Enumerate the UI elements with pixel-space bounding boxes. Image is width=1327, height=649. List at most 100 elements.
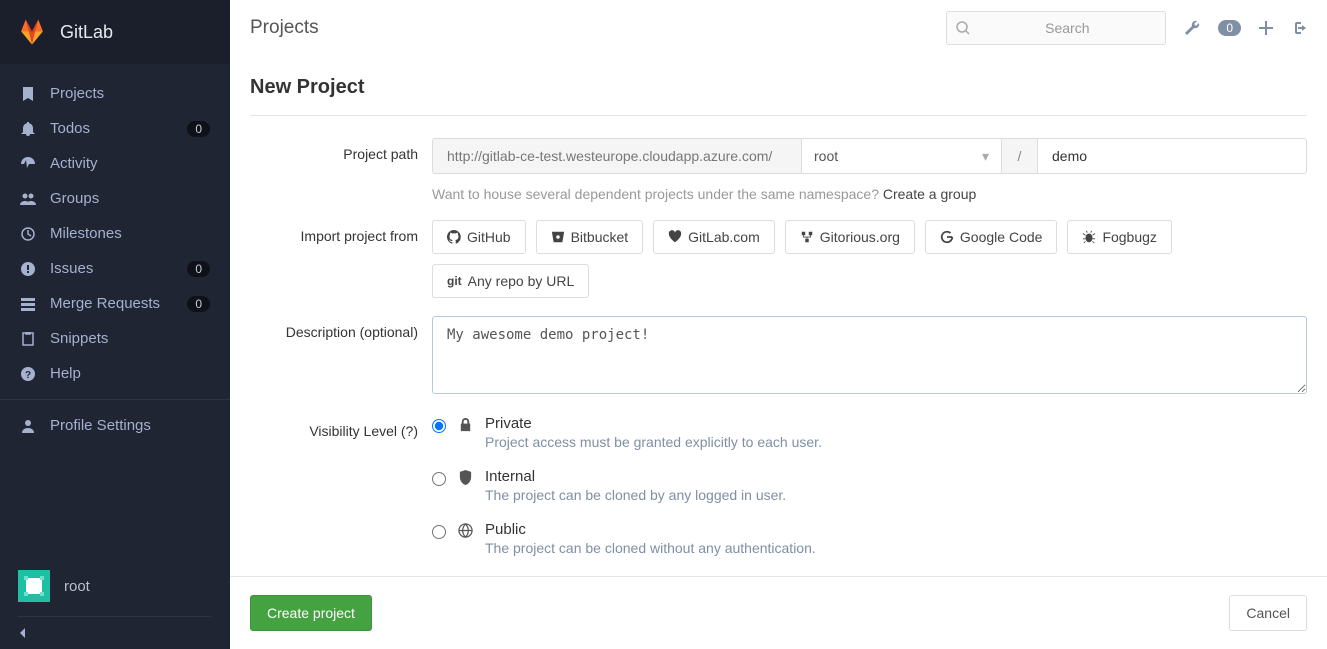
sidebar-item-snippets[interactable]: Snippets	[0, 321, 230, 356]
sidebar-item-groups[interactable]: Groups	[0, 181, 230, 216]
badge: 0	[187, 296, 210, 312]
visibility-title: Internal	[485, 468, 786, 485]
chevron-down-icon: ▾	[982, 148, 989, 165]
sidebar-item-label: Todos	[50, 120, 187, 137]
import-gitlab-button[interactable]: GitLab.com	[653, 220, 775, 254]
divider	[0, 399, 230, 400]
group-icon	[20, 191, 36, 207]
sidebar-item-label: Projects	[50, 85, 210, 102]
label-import-from: Import project from	[250, 220, 432, 298]
search-icon	[956, 21, 970, 35]
base-url-box: http://gitlab-ce-test.westeurope.cloudap…	[432, 138, 802, 174]
question-icon: ?	[20, 366, 36, 382]
git-icon: git	[447, 274, 462, 288]
bitbucket-icon	[551, 230, 565, 244]
chevron-left-icon	[18, 627, 26, 639]
sidebar-item-label: Activity	[50, 155, 210, 172]
create-group-link[interactable]: Create a group	[883, 186, 976, 202]
heart-icon	[668, 230, 682, 244]
sidebar-item-milestones[interactable]: Milestones	[0, 216, 230, 251]
avatar	[18, 570, 50, 602]
label-visibility: Visibility Level (?)	[250, 415, 432, 574]
create-project-button[interactable]: Create project	[250, 595, 372, 631]
dashboard-icon	[20, 156, 36, 172]
todos-pill[interactable]: 0	[1218, 20, 1241, 36]
sidebar-item-help[interactable]: ? Help	[0, 356, 230, 391]
cancel-button[interactable]: Cancel	[1229, 595, 1307, 631]
namespace-hint: Want to house several dependent projects…	[432, 186, 1307, 202]
breadcrumb[interactable]: Projects	[250, 17, 319, 39]
new-project-form: Project path http://gitlab-ce-test.weste…	[250, 116, 1307, 574]
bell-icon	[20, 121, 36, 137]
badge: 0	[187, 261, 210, 277]
user-icon	[20, 418, 36, 434]
bookmark-icon	[20, 86, 36, 102]
sidebar-item-todos[interactable]: Todos 0	[0, 111, 230, 146]
sidebar-nav: Projects Todos 0 Activity Groups Milesto…	[0, 64, 230, 556]
visibility-option-private[interactable]: Private Project access must be granted e…	[432, 415, 1307, 450]
visibility-option-public[interactable]: Public The project can be cloned without…	[432, 521, 1307, 556]
import-bitbucket-button[interactable]: Bitbucket	[536, 220, 644, 254]
badge: 0	[187, 121, 210, 137]
google-icon	[940, 230, 954, 244]
visibility-desc: The project can be cloned without any au…	[485, 540, 816, 556]
main: Projects 0 New Project Project path http…	[230, 0, 1327, 649]
brand-name: GitLab	[60, 22, 113, 43]
project-path-group: http://gitlab-ce-test.westeurope.cloudap…	[432, 138, 1307, 174]
import-any-repo-button[interactable]: git Any repo by URL	[432, 264, 589, 298]
sidebar-item-label: Help	[50, 365, 210, 382]
path-separator: /	[1002, 138, 1038, 174]
visibility-radio-internal[interactable]	[432, 472, 446, 486]
visibility-desc: The project can be cloned by any logged …	[485, 487, 786, 503]
tasks-icon	[20, 296, 36, 312]
topbar-actions: 0	[1184, 20, 1307, 36]
sidebar-item-issues[interactable]: Issues 0	[0, 251, 230, 286]
shield-icon	[458, 470, 473, 485]
import-gitorious-button[interactable]: Gitorious.org	[785, 220, 915, 254]
bug-icon	[1082, 230, 1096, 244]
gitlab-logo-icon	[18, 18, 46, 46]
current-user[interactable]: root	[18, 570, 212, 616]
sidebar-item-label: Profile Settings	[50, 417, 210, 434]
visibility-option-internal[interactable]: Internal The project can be cloned by an…	[432, 468, 1307, 503]
sidebar: GitLab Projects Todos 0 Activity Groups …	[0, 0, 230, 649]
import-fogbugz-button[interactable]: Fogbugz	[1067, 220, 1171, 254]
sidebar-item-merge-requests[interactable]: Merge Requests 0	[0, 286, 230, 321]
globe-icon	[458, 523, 473, 538]
lock-icon	[458, 417, 473, 432]
sidebar-footer: root	[0, 556, 230, 649]
page-title: New Project	[250, 76, 1307, 116]
sidebar-item-projects[interactable]: Projects	[0, 76, 230, 111]
form-footer: Create project Cancel	[230, 576, 1327, 649]
topbar: Projects 0	[230, 0, 1327, 56]
plus-icon[interactable]	[1259, 21, 1273, 35]
github-icon	[447, 230, 461, 244]
visibility-title: Private	[485, 415, 822, 432]
visibility-radio-public[interactable]	[432, 525, 446, 539]
sidebar-item-label: Milestones	[50, 225, 210, 242]
namespace-select[interactable]: root ▾	[802, 138, 1002, 174]
gitorious-icon	[800, 230, 814, 244]
sidebar-item-label: Issues	[50, 260, 187, 277]
wrench-icon[interactable]	[1184, 20, 1200, 36]
sidebar-item-label: Groups	[50, 190, 210, 207]
project-name-input[interactable]	[1038, 138, 1307, 174]
search-input[interactable]	[946, 11, 1166, 45]
visibility-desc: Project access must be granted explicitl…	[485, 434, 822, 450]
clipboard-icon	[20, 331, 36, 347]
description-textarea[interactable]	[432, 316, 1307, 394]
username: root	[64, 578, 90, 595]
sidebar-item-label: Merge Requests	[50, 295, 187, 312]
exclamation-icon	[20, 261, 36, 277]
sidebar-item-profile-settings[interactable]: Profile Settings	[0, 408, 230, 443]
import-google-code-button[interactable]: Google Code	[925, 220, 1058, 254]
visibility-title: Public	[485, 521, 816, 538]
import-github-button[interactable]: GitHub	[432, 220, 526, 254]
collapse-sidebar-button[interactable]	[18, 616, 212, 649]
import-buttons: GitHub Bitbucket GitLab.com Gitorio	[432, 220, 1307, 298]
sidebar-header[interactable]: GitLab	[0, 0, 230, 64]
sidebar-item-activity[interactable]: Activity	[0, 146, 230, 181]
visibility-radio-private[interactable]	[432, 419, 446, 433]
signout-icon[interactable]	[1291, 20, 1307, 36]
sidebar-item-label: Snippets	[50, 330, 210, 347]
